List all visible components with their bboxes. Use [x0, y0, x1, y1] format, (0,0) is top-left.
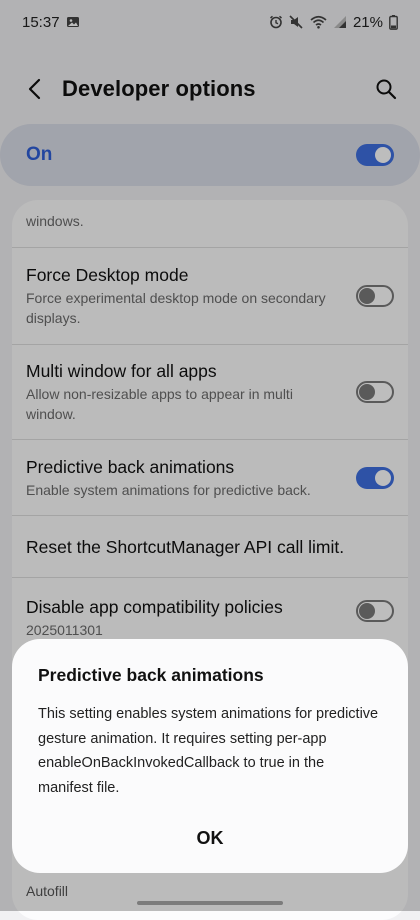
- dialog-message: This setting enables system animations f…: [38, 706, 379, 796]
- ok-button[interactable]: OK: [12, 828, 408, 849]
- dialog-title: Predictive back animations: [38, 665, 264, 685]
- info-dialog: Predictive back animations This setting …: [12, 639, 408, 873]
- gesture-nav-handle: [137, 901, 283, 905]
